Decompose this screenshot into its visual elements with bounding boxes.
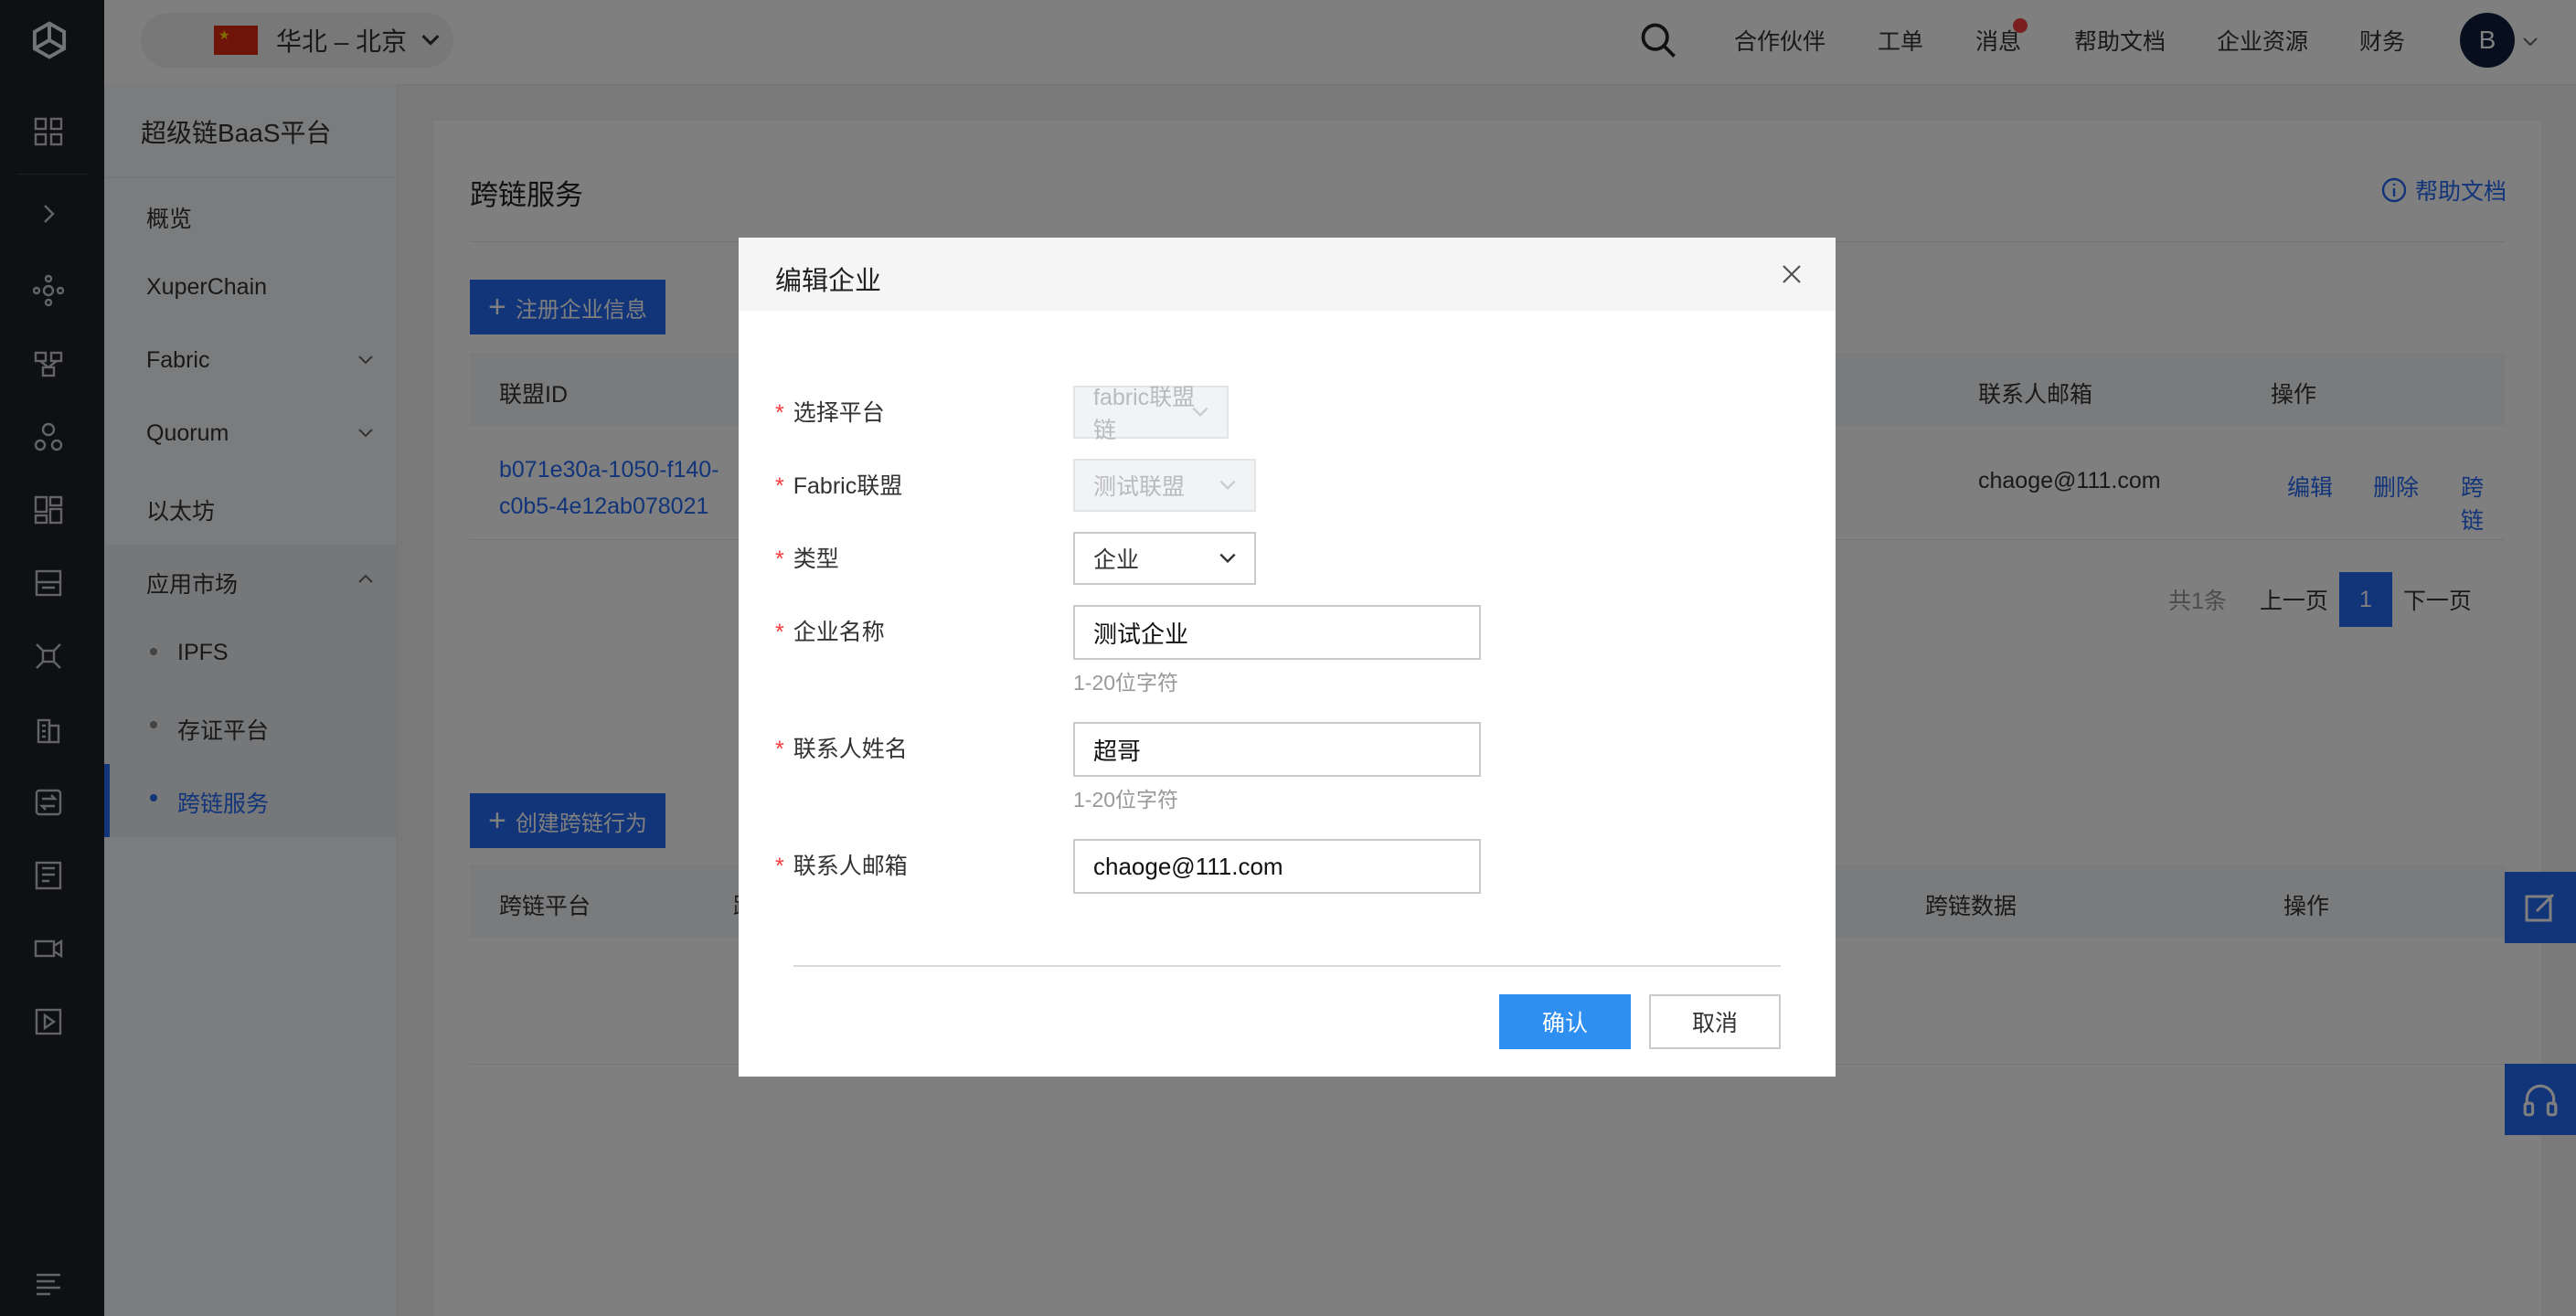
- type-value: 企业: [1093, 547, 1140, 573]
- cancel-label: 取消: [1691, 1011, 1738, 1036]
- contact-email-value: chaoge@111.com: [1093, 852, 1283, 880]
- dialog-footer-divider: [793, 965, 1781, 967]
- platform-label: * 选择平台: [775, 400, 885, 426]
- alliance-label: * Fabric联盟: [775, 473, 903, 499]
- company-name-value: 测试企业: [1093, 620, 1189, 648]
- chevron-down-icon: [1192, 407, 1208, 417]
- contact-name-input[interactable]: 超哥: [1073, 722, 1481, 777]
- company-name-input[interactable]: 测试企业: [1073, 605, 1481, 660]
- alliance-select: 测试联盟: [1073, 459, 1256, 512]
- confirm-button[interactable]: 确认: [1499, 994, 1631, 1049]
- type-select[interactable]: 企业: [1073, 532, 1256, 585]
- contact-name-label: * 联系人姓名: [775, 737, 908, 762]
- alliance-value: 测试联盟: [1093, 474, 1186, 500]
- chevron-down-icon: [1219, 480, 1236, 490]
- edit-enterprise-dialog: 编辑企业 * 选择平台 fabric联盟链 * Fabric联盟 测试联盟 * 类型 …: [739, 238, 1836, 1077]
- company-name-label: * 企业名称: [775, 620, 885, 645]
- type-label: * 类型: [775, 547, 839, 572]
- close-icon[interactable]: [1781, 263, 1803, 285]
- dialog-header: 编辑企业: [739, 238, 1836, 311]
- cancel-button[interactable]: 取消: [1649, 994, 1781, 1049]
- contact-email-label: * 联系人邮箱: [775, 854, 908, 879]
- chevron-down-icon: [1219, 553, 1236, 564]
- confirm-label: 确认: [1541, 1011, 1588, 1036]
- contact-name-value: 超哥: [1093, 737, 1142, 765]
- contact-name-hint: 1-20位字符: [1073, 788, 1179, 812]
- dialog-title: 编辑企业: [775, 267, 882, 296]
- contact-email-input[interactable]: chaoge@111.com: [1073, 839, 1481, 894]
- company-name-hint: 1-20位字符: [1073, 671, 1179, 695]
- platform-select: fabric联盟链: [1073, 385, 1229, 443]
